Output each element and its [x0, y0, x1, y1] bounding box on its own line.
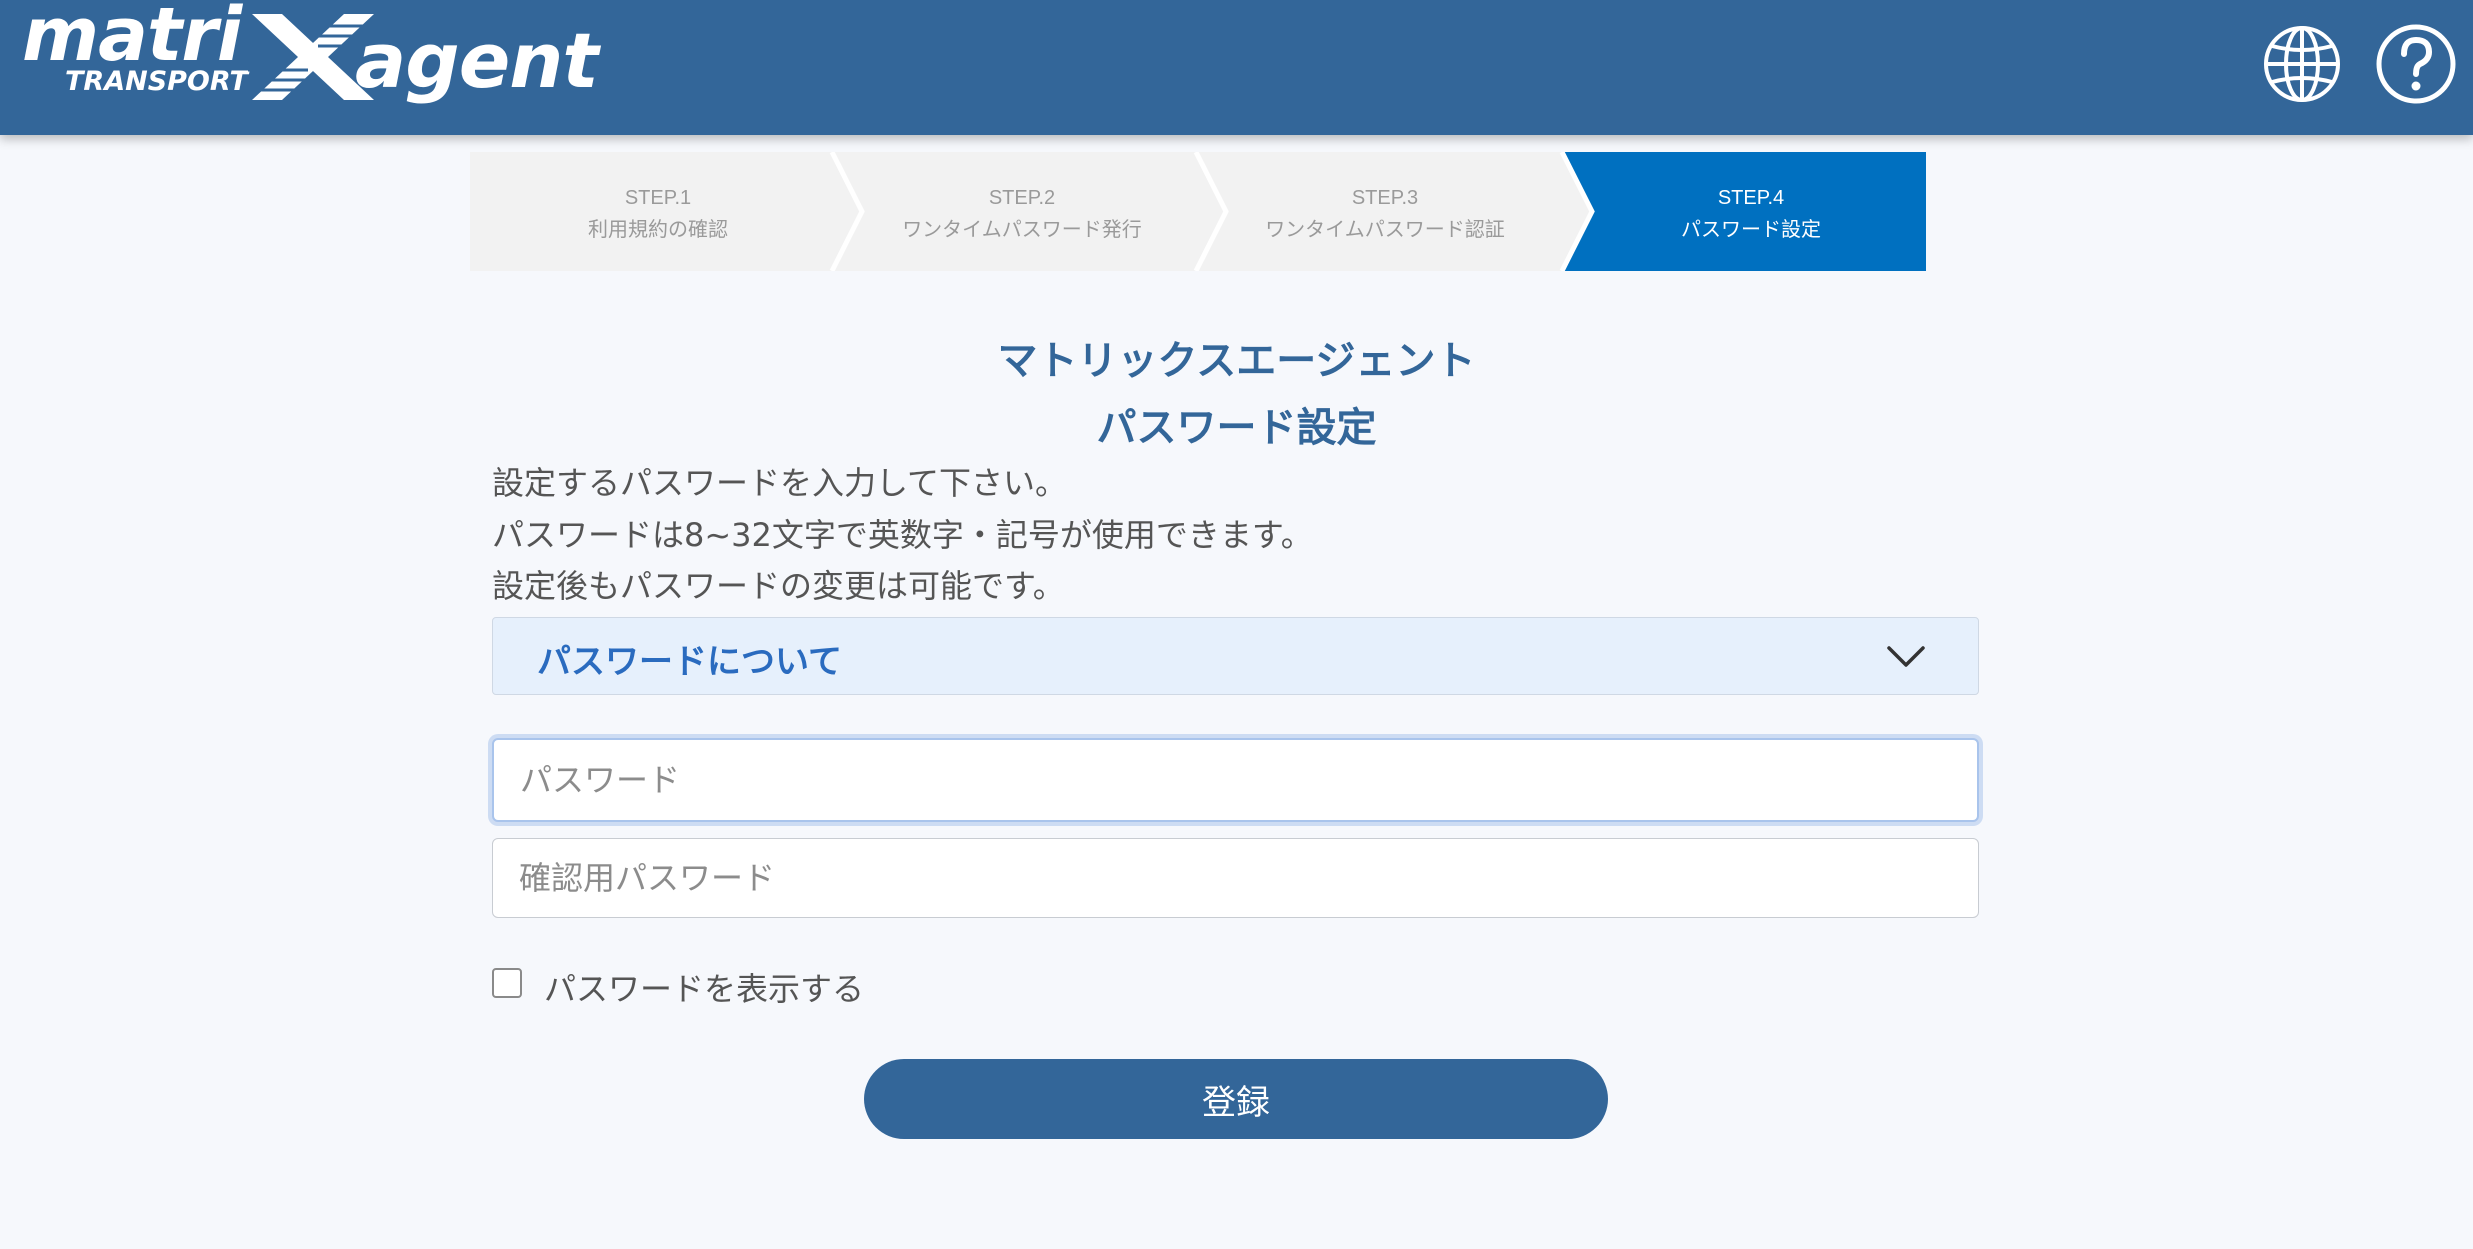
step-1-label: 利用規約の確認: [588, 219, 728, 241]
password-info-accordion[interactable]: パスワードについて: [492, 617, 1979, 695]
step-4-label: パスワード設定: [1681, 219, 1821, 241]
accordion-title: パスワードについて: [537, 642, 842, 682]
app-header: matri TRANSPORT agent: [0, 0, 2473, 135]
step-3-number: STEP.3: [1351, 187, 1419, 209]
help-icon: [2376, 24, 2456, 104]
help-button[interactable]: [2374, 22, 2458, 106]
show-password-checkbox[interactable]: [492, 968, 522, 998]
step-4-active: STEP.4 パスワード設定: [1606, 182, 1896, 246]
language-button[interactable]: [2260, 22, 2344, 106]
step-2-number: STEP.2: [988, 187, 1056, 209]
confirm-password-input[interactable]: [492, 838, 1979, 918]
step-3-label: ワンタイムパスワード認証: [1265, 219, 1505, 241]
chevron-down-icon: [1887, 646, 1925, 667]
instruction-text-3: 設定後もパスワードの変更は可能です。: [492, 567, 1065, 605]
step-2-label: ワンタイムパスワード発行: [902, 219, 1142, 241]
globe-icon: [2264, 26, 2340, 102]
step-2: STEP.2 ワンタイムパスワード発行: [877, 182, 1167, 246]
logo-subtitle: TRANSPORT: [65, 66, 248, 97]
step-3: STEP.3 ワンタイムパスワード認証: [1240, 182, 1530, 246]
register-button[interactable]: 登録: [864, 1059, 1608, 1139]
step-progress: STEP.1 利用規約の確認 STEP.2 ワンタイムパスワード発行 STEP.…: [470, 152, 1926, 271]
step-1: STEP.1 利用規約の確認: [513, 182, 803, 246]
password-input[interactable]: [492, 738, 1979, 822]
step-4-number: STEP.4: [1717, 187, 1785, 209]
matrix-agent-logo[interactable]: matri TRANSPORT agent: [20, 0, 599, 115]
page-title: パスワード設定: [1096, 405, 1377, 451]
instruction-text-2: パスワードは8~32文字で英数字・記号が使用できます。: [492, 516, 1313, 554]
show-password-label[interactable]: パスワードを表示する: [544, 964, 864, 1010]
page-title-service: マトリックスエージェント: [997, 338, 1476, 384]
instruction-text-1: 設定するパスワードを入力して下さい。: [492, 464, 1068, 502]
logo-word-agent: agent: [355, 16, 599, 105]
step-1-number: STEP.1: [624, 187, 692, 209]
